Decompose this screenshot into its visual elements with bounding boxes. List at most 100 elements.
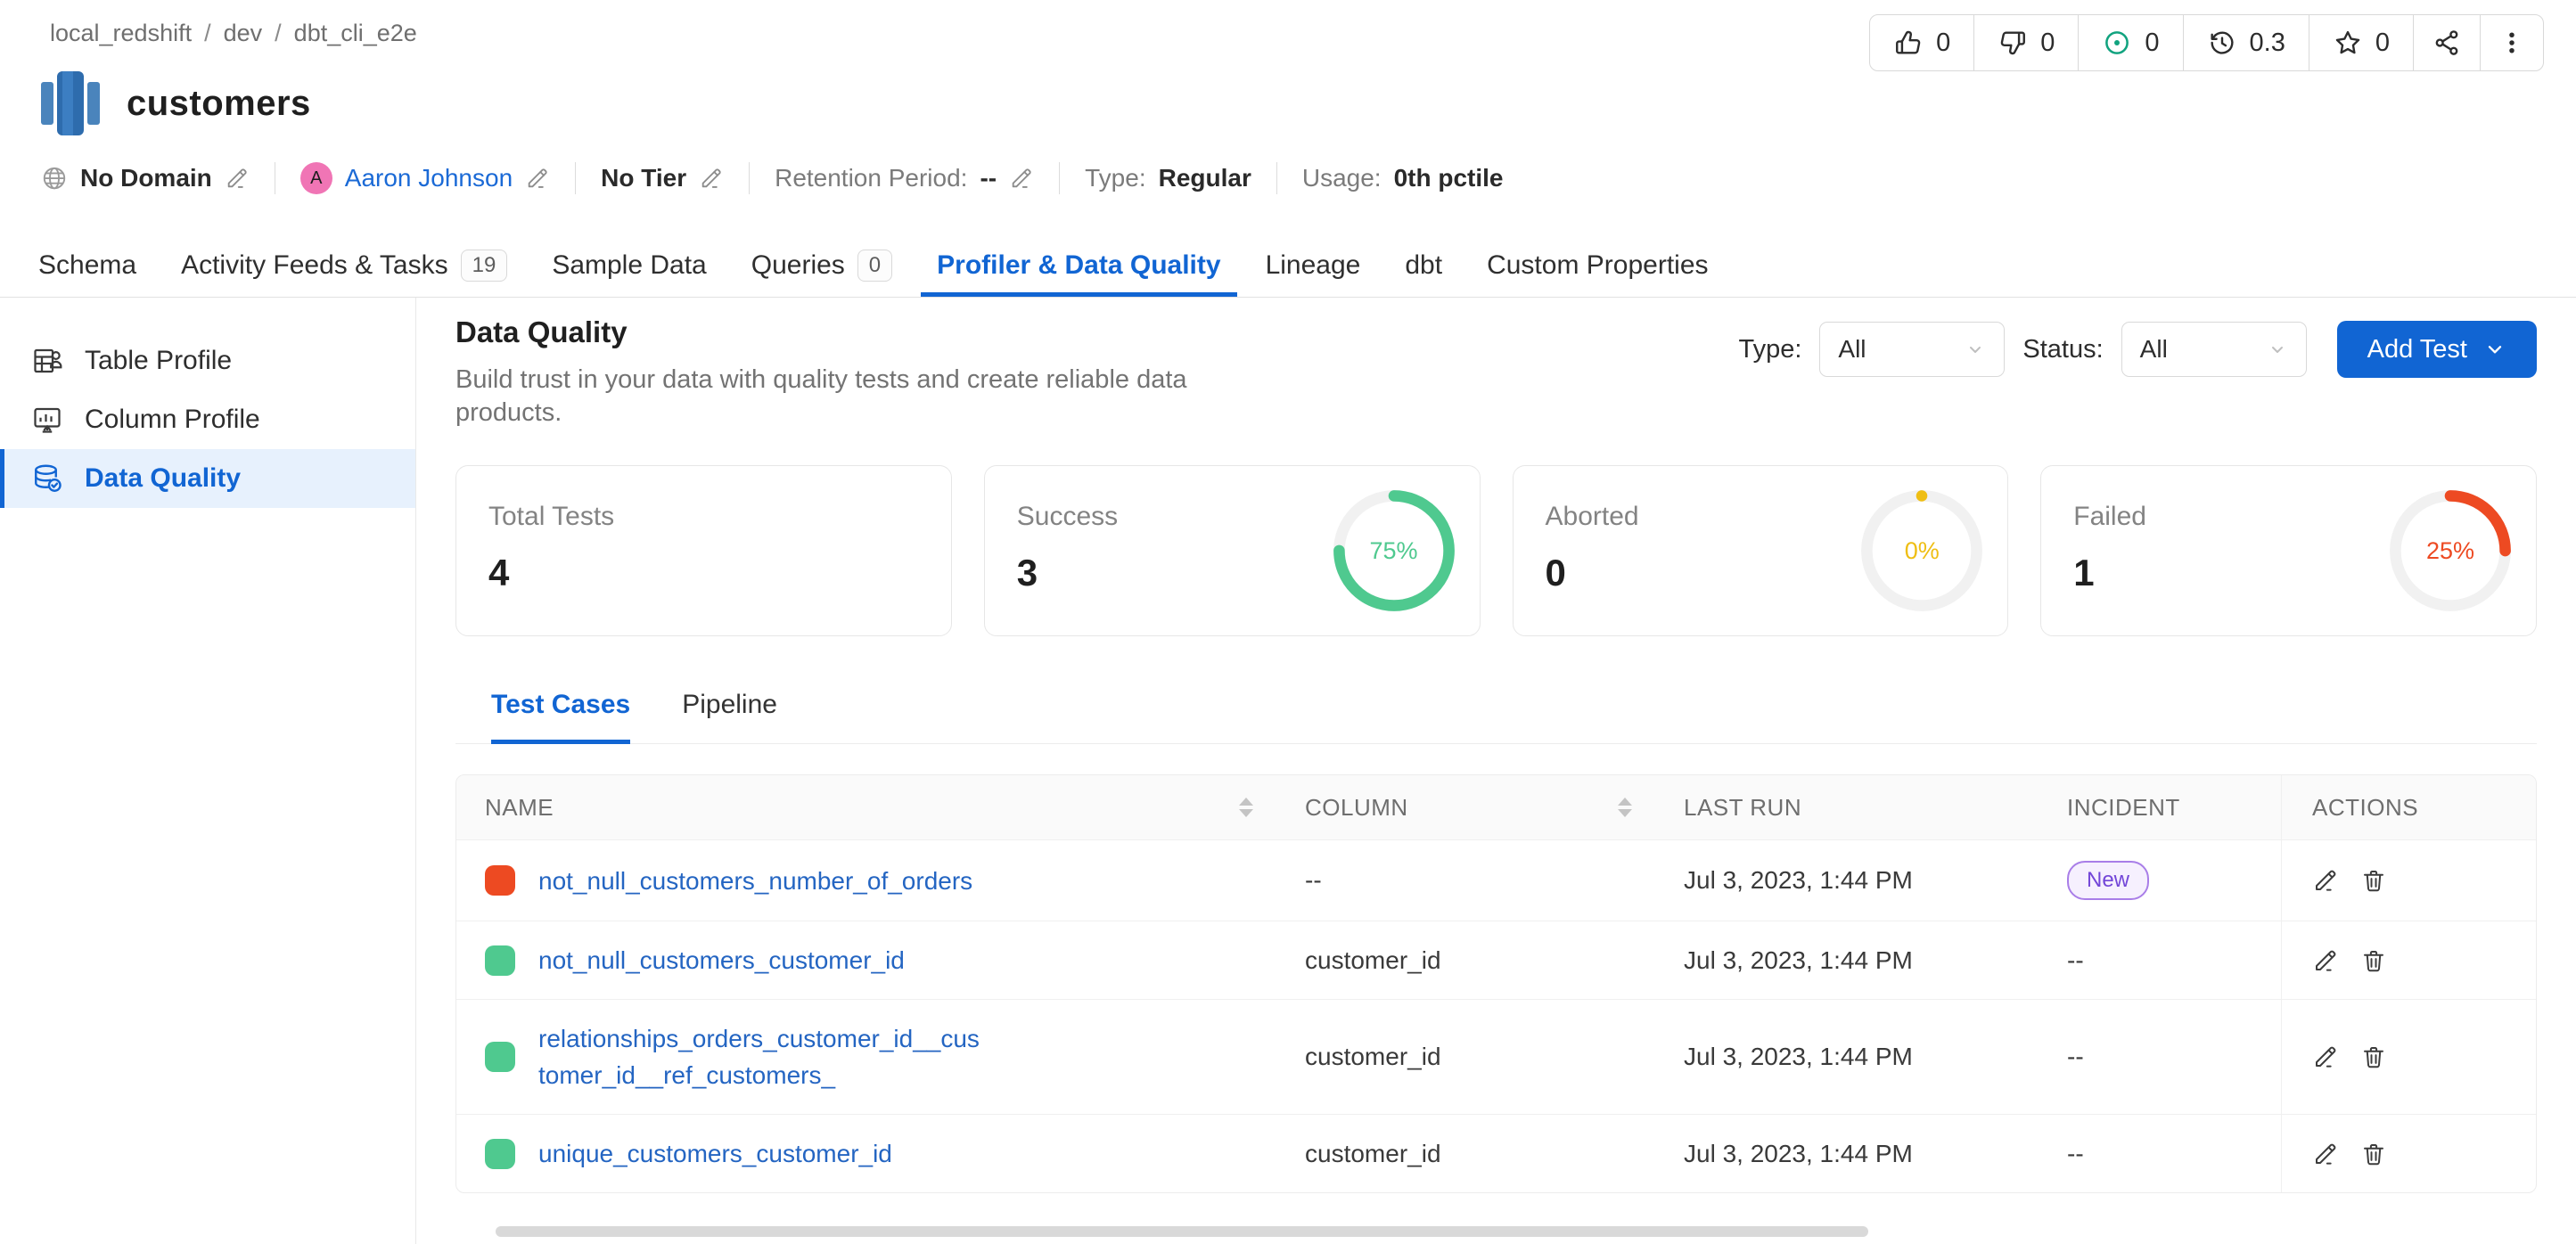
incident-new-badge[interactable]: New xyxy=(2067,861,2149,900)
tab-label: Queries xyxy=(751,250,845,281)
downvote-button[interactable]: 0 xyxy=(1973,15,2078,70)
test-status-indicator xyxy=(485,945,515,976)
upvote-button[interactable]: 0 xyxy=(1870,15,1973,70)
entity-header: customers xyxy=(39,70,311,137)
delete-icon[interactable] xyxy=(2360,1043,2387,1070)
aborted-card: Aborted 0 0% xyxy=(1513,465,2009,636)
tab-label: Profiler & Data Quality xyxy=(937,250,1220,281)
tab-pipeline[interactable]: Pipeline xyxy=(682,690,777,744)
type-filter-value: All xyxy=(1838,335,1866,364)
edit-domain-icon[interactable] xyxy=(225,166,250,191)
add-test-label: Add Test xyxy=(2367,335,2467,364)
owner-link[interactable]: Aaron Johnson xyxy=(345,164,513,192)
edit-retention-icon[interactable] xyxy=(1009,166,1034,191)
upvote-count: 0 xyxy=(1936,29,1950,58)
table-row: relationships_orders_customer_id__custom… xyxy=(456,999,2536,1114)
tab-dbt[interactable]: dbt xyxy=(1389,239,1458,297)
breadcrumb-service[interactable]: local_redshift xyxy=(50,20,192,47)
data-quality-panel: Data Quality Build trust in your data wi… xyxy=(416,298,2576,1244)
sort-icon[interactable] xyxy=(1618,798,1632,817)
delete-icon[interactable] xyxy=(2360,867,2387,894)
test-case-link[interactable]: not_null_customers_customer_id xyxy=(538,942,905,978)
table-row: not_null_customers_customer_id customer_… xyxy=(456,921,2536,999)
tab-schema[interactable]: Schema xyxy=(22,239,152,297)
thumbs-down-icon xyxy=(1998,28,2028,58)
edit-icon[interactable] xyxy=(2312,947,2339,974)
sidebar-item-table-profile[interactable]: Table Profile xyxy=(0,331,415,390)
breadcrumb: local_redshift / dev / dbt_cli_e2e xyxy=(50,20,417,47)
owner-avatar[interactable]: A xyxy=(300,162,332,194)
version-button[interactable]: 0.3 xyxy=(2183,15,2309,70)
table-row: unique_customers_customer_id customer_id… xyxy=(456,1114,2536,1192)
column-cell: customer_id xyxy=(1276,921,1655,999)
tab-lineage[interactable]: Lineage xyxy=(1250,239,1377,297)
edit-icon[interactable] xyxy=(2312,1141,2339,1167)
sidebar-item-column-profile[interactable]: Column Profile xyxy=(0,390,415,449)
divider xyxy=(575,162,576,194)
last-run-cell: Jul 3, 2023, 1:44 PM xyxy=(1655,840,2039,921)
version-count: 0.3 xyxy=(2250,29,2285,58)
content-area: Table Profile Column Profile Data Qualit… xyxy=(0,298,2576,1244)
panel-description: Build trust in your data with quality te… xyxy=(455,364,1284,430)
sidebar-item-data-quality[interactable]: Data Quality xyxy=(0,449,415,508)
incident-cell: New xyxy=(2039,840,2281,921)
test-case-link[interactable]: relationships_orders_customer_id__custom… xyxy=(538,1020,980,1093)
column-header-label: COLUMN xyxy=(1305,794,1408,822)
tab-label: Sample Data xyxy=(552,250,706,281)
page-title: customers xyxy=(127,84,311,124)
tab-custom-properties[interactable]: Custom Properties xyxy=(1471,239,1724,297)
breadcrumb-database[interactable]: dev xyxy=(224,20,263,47)
tab-activity-feeds[interactable]: Activity Feeds & Tasks19 xyxy=(165,239,523,297)
status-filter-label: Status: xyxy=(2022,335,2103,364)
type-filter-select[interactable]: All xyxy=(1819,322,2005,377)
edit-icon[interactable] xyxy=(2312,1043,2339,1070)
inner-tabbar: Test Cases Pipeline xyxy=(455,690,2537,744)
edit-tier-icon[interactable] xyxy=(699,166,724,191)
entity-meta-row: No Domain A Aaron Johnson No Tier Retent… xyxy=(41,162,1503,194)
tab-queries[interactable]: Queries 0 xyxy=(735,239,908,297)
tab-count-badge: 0 xyxy=(857,250,892,282)
delete-icon[interactable] xyxy=(2360,947,2387,974)
success-donut-chart: 75% xyxy=(1332,488,1456,613)
tab-label: Custom Properties xyxy=(1487,250,1708,281)
test-case-link[interactable]: unique_customers_customer_id xyxy=(538,1135,892,1172)
type-value: Regular xyxy=(1159,164,1251,192)
follow-button[interactable]: 0 xyxy=(2078,15,2182,70)
follow-count: 0 xyxy=(2145,29,2159,58)
divider xyxy=(1276,162,1277,194)
donut-percent-label: 25% xyxy=(2388,488,2513,613)
incident-cell: -- xyxy=(2039,1000,2281,1114)
retention-value: -- xyxy=(980,164,997,192)
sort-icon[interactable] xyxy=(1239,798,1253,817)
tier-value: No Tier xyxy=(601,164,686,192)
redshift-service-icon xyxy=(39,70,102,137)
add-test-button[interactable]: Add Test xyxy=(2337,321,2537,378)
status-filter-select[interactable]: All xyxy=(2121,322,2307,377)
test-case-link[interactable]: not_null_customers_number_of_orders xyxy=(538,863,972,899)
column-header-incident: INCIDENT xyxy=(2039,775,2281,839)
usage-value: 0th pctile xyxy=(1394,164,1504,192)
tab-label: dbt xyxy=(1405,250,1442,281)
column-header-name[interactable]: NAME xyxy=(456,775,1276,839)
tab-test-cases[interactable]: Test Cases xyxy=(491,690,630,744)
edit-icon[interactable] xyxy=(2312,867,2339,894)
horizontal-scrollbar-thumb[interactable] xyxy=(496,1226,1868,1237)
share-button[interactable] xyxy=(2413,15,2480,70)
incident-cell: -- xyxy=(2039,921,2281,999)
breadcrumb-schema[interactable]: dbt_cli_e2e xyxy=(294,20,417,47)
star-count: 0 xyxy=(2375,29,2390,58)
profiler-sidebar: Table Profile Column Profile Data Qualit… xyxy=(0,298,416,1244)
edit-owner-icon[interactable] xyxy=(525,166,550,191)
sidebar-item-label: Column Profile xyxy=(85,405,260,435)
star-button[interactable]: 0 xyxy=(2309,15,2413,70)
test-status-indicator xyxy=(485,865,515,896)
more-options-button[interactable] xyxy=(2480,15,2543,70)
delete-icon[interactable] xyxy=(2360,1141,2387,1167)
column-cell: -- xyxy=(1276,840,1655,921)
test-status-indicator xyxy=(485,1139,515,1169)
table-profile-icon xyxy=(31,345,63,377)
tab-profiler-data-quality[interactable]: Profiler & Data Quality xyxy=(921,239,1236,297)
column-header-column[interactable]: COLUMN xyxy=(1276,775,1655,839)
last-run-cell: Jul 3, 2023, 1:44 PM xyxy=(1655,1000,2039,1114)
tab-sample-data[interactable]: Sample Data xyxy=(536,239,722,297)
